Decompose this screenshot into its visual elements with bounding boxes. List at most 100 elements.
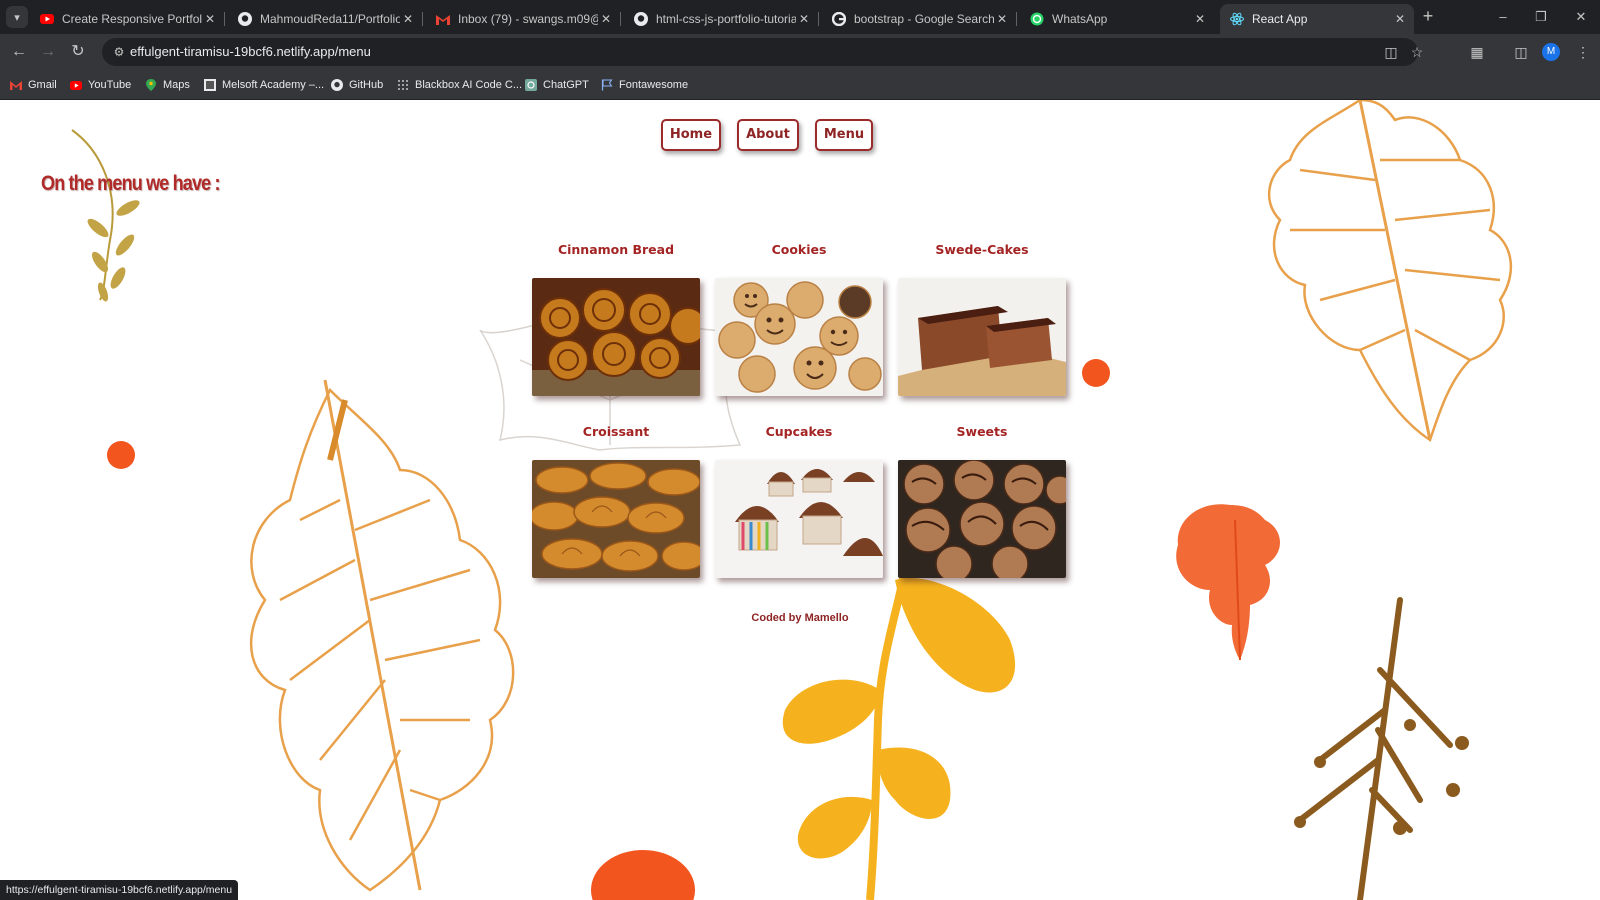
close-icon[interactable]: ✕ [796,12,812,26]
bookmark-label: Fontawesome [619,79,689,91]
window-close-icon[interactable]: ✕ [1570,6,1592,28]
youtube-icon [70,79,82,91]
menu-item-title: Croissant [582,424,650,439]
bookmark-label: YouTube [88,79,132,91]
bookmark-label: Gmail [28,79,57,91]
orange-dot-decoration [107,441,135,469]
github-icon [634,12,648,26]
react-icon [1230,12,1244,26]
menu-item-cookies: Cookies [715,238,883,396]
github-icon [238,12,252,26]
tab-title: Inbox (79) - swangs.m09@gma [458,12,598,26]
tab-title: WhatsApp [1052,12,1108,26]
bookmark-star-icon[interactable]: ☆ [1408,43,1426,61]
youtube-icon [40,12,54,26]
cupcakes-image [715,460,883,578]
menu-item-croissant: Croissant [532,420,700,578]
nav-menu-button[interactable]: Menu [814,119,874,151]
tab-google-search[interactable]: bootstrap - Google Search ✕ [822,4,1017,34]
menu-page: Home About Menu On the menu we have : Ci… [0,100,1600,900]
flag-icon [601,79,613,91]
tab-title: React App [1252,12,1308,26]
tab-title: Create Responsive Portfolio We [62,12,202,26]
restore-icon[interactable]: ❐ [1530,6,1552,28]
back-icon[interactable]: ← [8,41,30,63]
blackbox-icon [397,79,409,91]
tab-search-button[interactable]: ▾ [6,6,28,28]
menu-item-sweets: Sweets [898,420,1066,578]
address-bar[interactable]: ⚙ effulgent-tiramisu-19bcf6.netlify.app/… [102,38,1423,66]
extensions-icon[interactable]: ▦ [1466,41,1488,63]
bookmark-fontawesome[interactable]: Fontawesome [601,76,688,94]
profile-avatar[interactable]: M [1542,43,1560,61]
nav-home-button[interactable]: Home [660,119,722,151]
small-branch-decoration [71,129,140,302]
orange-leaf-tip-decoration [591,850,695,900]
top-nav: Home About Menu [0,119,1600,151]
tab-whatsapp[interactable]: WhatsApp ✕ [1020,4,1214,34]
close-icon[interactable]: ✕ [994,12,1010,26]
orange-dot-decoration [1082,359,1110,387]
nav-about-button[interactable]: About [737,119,799,151]
menu-item-title: Cupcakes [765,424,833,439]
bookmark-label: ChatGPT [543,79,589,91]
bookmark-melsoft[interactable]: Melsoft Academy –... [204,76,324,94]
close-icon[interactable]: ✕ [1392,12,1408,26]
close-icon[interactable]: ✕ [598,12,614,26]
bookmarks-bar: Gmail YouTube Maps Melsoft Academy –... … [0,70,1600,100]
more-menu-icon[interactable]: ⋮ [1572,41,1594,63]
bookmark-label: Melsoft Academy –... [222,79,325,91]
tab-title: bootstrap - Google Search [854,12,994,26]
browser-toolbar: ← → ↻ ⚙ effulgent-tiramisu-19bcf6.netlif… [0,34,1600,70]
oak-leaf-right-decoration [1267,100,1513,442]
google-icon [832,12,846,26]
brown-twig-decoration [1294,597,1469,900]
side-panel-icon[interactable]: ◫ [1510,41,1532,63]
menu-grid: Cinnamon Bread Cookies Swede-Cakes Crois… [532,238,1072,578]
swede-cakes-image [898,278,1066,396]
menu-item-cupcakes: Cupcakes [715,420,883,578]
tab-react-app[interactable]: React App ✕ [1220,4,1414,34]
bookmark-blackbox[interactable]: Blackbox AI Code C... [397,76,522,94]
minimize-icon[interactable]: – [1492,6,1514,28]
whatsapp-icon [1030,12,1044,26]
tab-strip: ▾ Create Responsive Portfolio We ✕ Mahmo… [0,0,1600,34]
bookmark-maps[interactable]: Maps [145,76,190,94]
menu-item-title: Swede-Cakes [935,242,1029,257]
reload-icon[interactable]: ↻ [67,41,89,63]
cookies-image [715,278,883,396]
menu-item-cinnamon-bread: Cinnamon Bread [532,238,700,396]
bookmark-gmail[interactable]: Gmail [10,76,57,94]
bookmark-label: GitHub [349,79,384,91]
menu-item-title: Sweets [956,424,1008,439]
gmail-icon [10,79,22,91]
red-leaf-decoration [1176,504,1280,661]
tab-youtube[interactable]: Create Responsive Portfolio We ✕ [30,4,225,34]
tab-github-portfolio[interactable]: MahmoudReda11/Portfolio-Bel ✕ [228,4,423,34]
address-bar-url[interactable]: effulgent-tiramisu-19bcf6.netlify.app/me… [130,44,371,59]
bookmark-github[interactable]: GitHub [331,76,383,94]
tab-gmail[interactable]: Inbox (79) - swangs.m09@gma ✕ [426,4,621,34]
close-icon[interactable]: ✕ [1192,12,1208,26]
close-icon[interactable]: ✕ [400,12,416,26]
menu-item-title: Cinnamon Bread [557,242,675,257]
bookmark-label: Maps [163,79,190,91]
croissant-image [532,460,700,578]
new-tab-button[interactable]: + [1418,7,1438,27]
tab-title: html-css-js-portfolio-tutorial-2/ [656,12,796,26]
maps-icon [145,79,157,91]
github-icon [331,79,343,91]
bookmark-youtube[interactable]: YouTube [70,76,131,94]
oak-leaf-left-decoration [250,379,515,892]
melsoft-icon [204,79,216,91]
sweets-image [898,460,1066,578]
install-app-icon[interactable]: ◫ [1382,43,1400,61]
bookmark-label: Blackbox AI Code C... [415,79,522,91]
close-icon[interactable]: ✕ [202,12,218,26]
site-info-icon[interactable]: ⚙ [110,43,128,61]
tab-github-tutorial[interactable]: html-css-js-portfolio-tutorial-2/ ✕ [624,4,819,34]
tab-title: MahmoudReda11/Portfolio-Bel [260,12,400,26]
gmail-icon [436,12,450,26]
bookmark-chatgpt[interactable]: ChatGPT [525,76,589,94]
forward-icon[interactable]: → [37,41,59,63]
